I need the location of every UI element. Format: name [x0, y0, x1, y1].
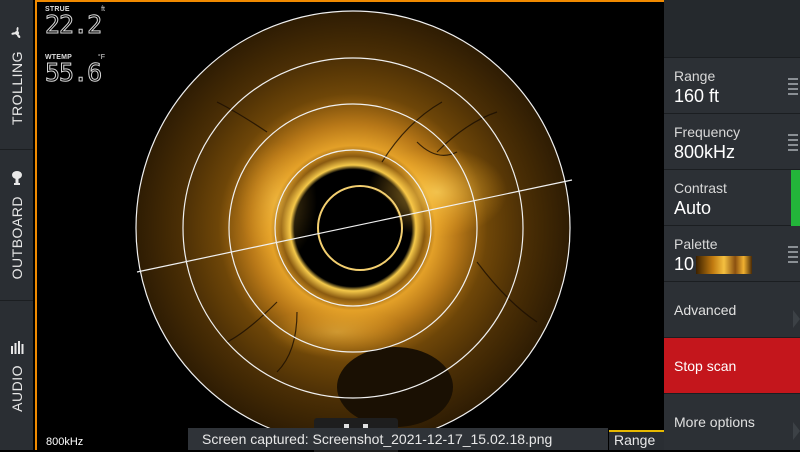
depth-unit: ft: [101, 6, 105, 13]
water-temp-value: 55.6: [45, 58, 103, 87]
depth-value: 22.2: [45, 10, 103, 39]
more-options-menu-item[interactable]: More options: [664, 394, 800, 450]
sonar-image: [135, 10, 573, 446]
contrast-label: Contrast: [674, 180, 727, 196]
contrast-menu-item[interactable]: Contrast Auto: [664, 170, 800, 226]
tab-outboard[interactable]: OUTBOARD: [0, 150, 33, 301]
palette-label: Palette: [674, 236, 718, 252]
range-label: Range: [674, 68, 716, 84]
outboard-motor-icon: [9, 170, 25, 186]
frequency-value: 800kHz: [674, 142, 736, 162]
water-temp-unit: °F: [97, 54, 105, 61]
palette-value-row: 10: [674, 254, 800, 275]
left-tab-bar: TROLLING OUTBOARD AUDIO: [0, 0, 33, 450]
screenshot-toast: Screen captured: Screenshot_2021-12-17_1…: [188, 428, 608, 450]
slider-grip-icon[interactable]: [788, 134, 798, 154]
tab-trolling[interactable]: TROLLING: [0, 0, 33, 151]
submenu-arrow-icon: [793, 422, 800, 440]
slider-grip-icon[interactable]: [788, 246, 798, 266]
tab-trolling-label: TROLLING: [8, 50, 25, 125]
advanced-menu-item[interactable]: Advanced: [664, 282, 800, 338]
propeller-icon: [9, 25, 25, 41]
contrast-auto-indicator: [791, 170, 800, 226]
contrast-value: Auto: [674, 198, 712, 218]
tab-audio-label: AUDIO: [8, 364, 25, 412]
more-options-label: More options: [674, 414, 755, 430]
range-value: 160 ft: [674, 86, 720, 106]
range-menu-item[interactable]: Range 160 ft: [664, 58, 800, 114]
equalizer-icon: [9, 339, 25, 355]
palette-menu-item[interactable]: Palette 10: [664, 226, 800, 282]
depth-readout: STRUE ft 22.2: [45, 6, 106, 39]
tab-outboard-label: OUTBOARD: [8, 196, 25, 280]
frequency-label: Frequency: [674, 124, 741, 140]
water-temp-readout: WTEMP °F 55.6: [45, 54, 106, 87]
stop-scan-button[interactable]: Stop scan: [664, 338, 800, 394]
advanced-label: Advanced: [674, 302, 737, 318]
sonar-menu: Range 160 ft Frequency 800kHz Contrast A…: [664, 0, 800, 450]
tab-audio[interactable]: AUDIO: [0, 301, 33, 450]
sonar-view[interactable]: STRUE ft 22.2 WTEMP °F 55.6 800kHz: [35, 0, 664, 452]
menu-header: [664, 0, 800, 58]
range-tab[interactable]: Range: [609, 430, 664, 450]
frequency-menu-item[interactable]: Frequency 800kHz: [664, 114, 800, 170]
frequency-indicator: 800kHz: [46, 436, 84, 448]
stop-scan-label: Stop scan: [674, 358, 737, 374]
slider-grip-icon[interactable]: [788, 78, 798, 98]
submenu-arrow-icon: [793, 310, 800, 328]
palette-swatch: [696, 255, 753, 274]
palette-value: 10: [674, 254, 695, 274]
